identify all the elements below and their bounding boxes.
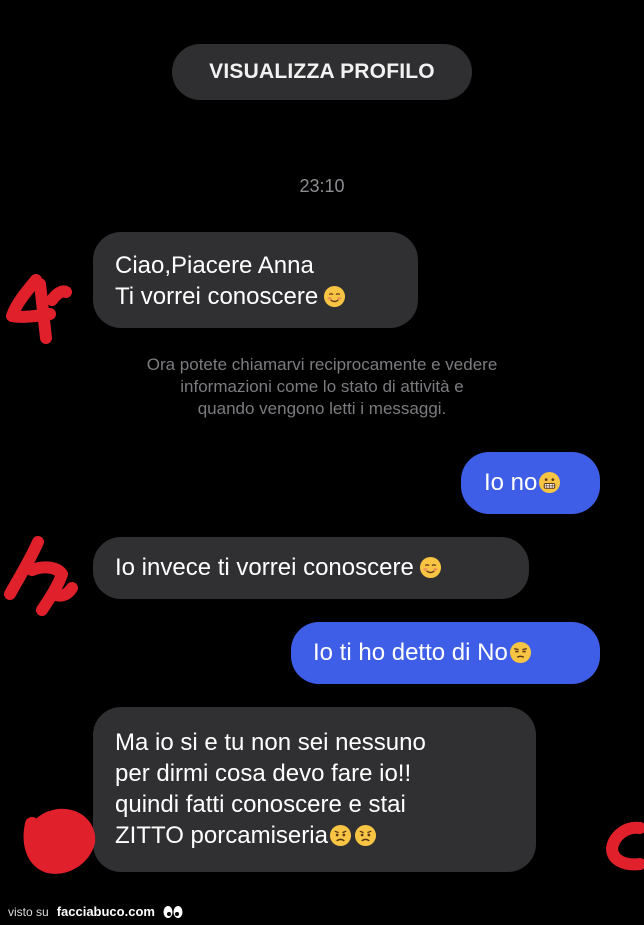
notice-line: quando vengono letti i messaggi. xyxy=(197,399,447,418)
message-bubble-incoming[interactable]: Ciao,Piacere Anna Ti vorrei conoscere xyxy=(93,232,418,328)
smiling-blushing-icon xyxy=(323,285,346,308)
view-profile-button[interactable]: VISUALIZZA PROFILO xyxy=(172,44,472,100)
red-scribble-mark xyxy=(23,808,96,874)
frowning-icon xyxy=(354,824,377,847)
message-text: Ciao,Piacere Anna xyxy=(115,252,314,279)
smiling-blushing-icon xyxy=(419,556,442,579)
red-scribble-mark xyxy=(6,274,72,344)
message-text: Io invece ti vorrei conoscere xyxy=(115,554,414,581)
unamused-icon xyxy=(509,641,532,664)
watermark-prefix: visto su xyxy=(8,904,49,919)
message-text: Io ti ho detto di No xyxy=(313,639,508,666)
red-scribble-mark xyxy=(606,821,644,871)
watermark: visto su facciabuco.com xyxy=(8,904,183,919)
message-bubble-outgoing[interactable]: Io no xyxy=(461,452,600,514)
watermark-brand: facciabuco.com xyxy=(56,904,155,919)
grimacing-icon xyxy=(538,471,561,494)
frowning-icon xyxy=(329,824,352,847)
message-text: Ma io si e tu non sei nessuno xyxy=(115,729,426,756)
eyes-icon xyxy=(163,905,183,918)
message-text: Io no xyxy=(484,469,538,496)
message-text: per dirmi cosa devo fare io!! xyxy=(115,760,412,787)
message-text: ZITTO porcamiseria xyxy=(115,822,328,849)
message-bubble-incoming[interactable]: Io invece ti vorrei conoscere xyxy=(93,537,529,599)
red-scribble-mark xyxy=(4,536,78,616)
message-bubble-outgoing[interactable]: Io ti ho detto di No xyxy=(291,622,600,684)
notice-line: informazioni come lo stato di attività e xyxy=(180,377,464,396)
connection-notice: Ora potete chiamarvi reciprocamente e ve… xyxy=(60,354,584,420)
message-timestamp: 23:10 xyxy=(299,176,345,196)
notice-line: Ora potete chiamarvi reciprocamente e ve… xyxy=(146,355,498,374)
message-text: quindi fatti conoscere e stai xyxy=(115,791,406,818)
message-text: Ti vorrei conoscere xyxy=(115,283,319,310)
message-bubble-incoming[interactable]: Ma io si e tu non sei nessuno per dirmi … xyxy=(93,707,536,872)
